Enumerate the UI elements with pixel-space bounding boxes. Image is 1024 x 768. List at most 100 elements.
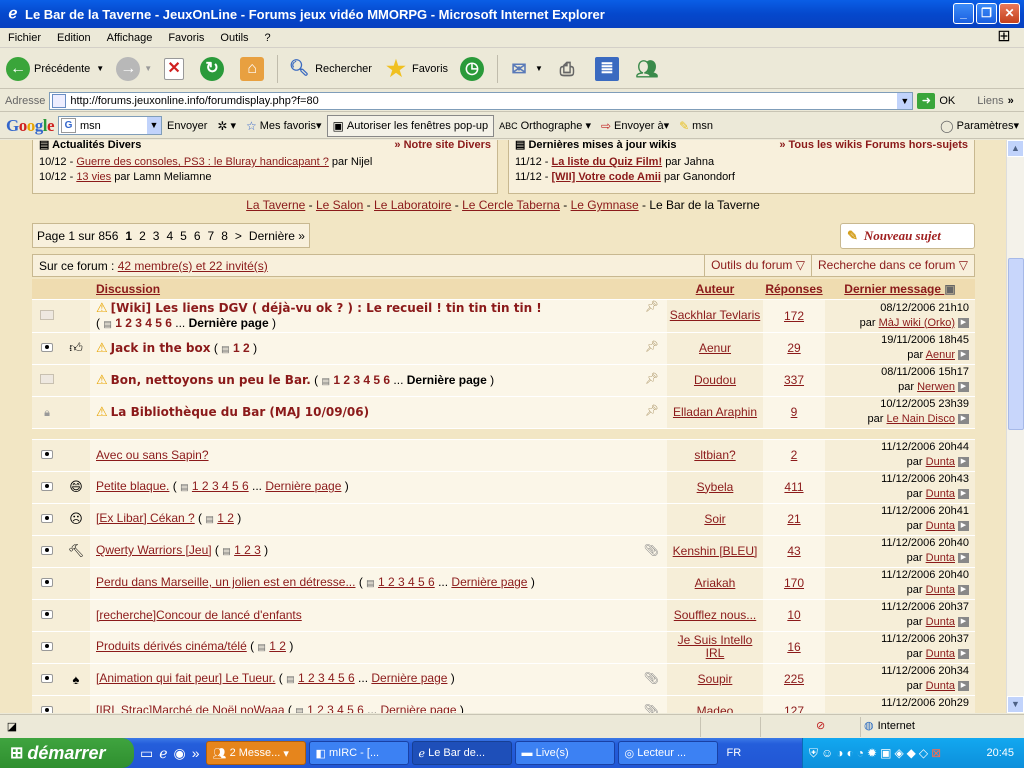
topic-title-link[interactable]: Produits dérivés cinéma/télé bbox=[96, 639, 247, 653]
google-send-button[interactable]: Envoyer bbox=[162, 120, 212, 132]
topic-page-links[interactable]: 1 2 3 4 5 6 bbox=[192, 479, 249, 493]
forum-tools-menu[interactable]: Outils du forum ▽ bbox=[704, 255, 811, 276]
google-options-button[interactable]: ✲ ▾ bbox=[212, 119, 241, 133]
back-dropdown-icon[interactable]: ▼ bbox=[96, 64, 104, 73]
language-indicator[interactable]: FR bbox=[727, 747, 742, 759]
topic-title-link[interactable]: Perdu dans Marseille, un jolien est en d… bbox=[96, 575, 355, 589]
topic-page-links[interactable]: 1 2 bbox=[217, 511, 234, 525]
topic-title-link[interactable]: [Wiki] Les liens DGV ( déjà-vu ok ? ) : … bbox=[111, 301, 542, 315]
favorites-button[interactable]: ★ Favoris bbox=[378, 52, 454, 86]
go-to-last-icon[interactable]: ▶ bbox=[958, 382, 969, 393]
topic-title-link[interactable]: Bon, nettoyons un peu le Bar. bbox=[111, 373, 311, 387]
last-poster-link[interactable]: Dunta bbox=[926, 680, 955, 692]
replies-link[interactable]: 127 bbox=[784, 704, 804, 713]
last-page-link[interactable]: Dernière » bbox=[249, 229, 305, 243]
menu-help[interactable]: ? bbox=[257, 32, 279, 44]
topic-last-page-link[interactable]: Dernière page bbox=[265, 479, 341, 493]
go-to-last-icon[interactable]: ▶ bbox=[958, 457, 969, 468]
topic-title-link[interactable]: Jack in the box bbox=[111, 341, 211, 355]
topic-last-page-link[interactable]: Dernière page bbox=[371, 671, 447, 685]
menu-affichage[interactable]: Affichage bbox=[99, 32, 161, 44]
breadcrumb-cercle[interactable]: Le Cercle Taberna bbox=[462, 198, 560, 212]
tray-alert-icon[interactable]: ⊠ bbox=[931, 746, 941, 760]
replies-link[interactable]: 2 bbox=[791, 448, 798, 462]
news-link[interactable]: 13 vies bbox=[76, 171, 111, 183]
close-button[interactable]: ✕ bbox=[999, 3, 1020, 24]
msn-tray-icon[interactable]: ◑ bbox=[836, 746, 843, 760]
author-link[interactable]: Aenur bbox=[699, 341, 731, 355]
go-to-last-icon[interactable]: ▶ bbox=[958, 414, 969, 425]
minimize-button[interactable]: _ bbox=[953, 3, 974, 24]
go-to-last-icon[interactable]: ▶ bbox=[958, 521, 969, 532]
edit-button[interactable]: ≣ bbox=[589, 52, 629, 86]
links-button[interactable]: Liens bbox=[977, 95, 1003, 107]
go-to-last-icon[interactable]: ▶ bbox=[958, 553, 969, 564]
replies-link[interactable]: 10 bbox=[787, 608, 800, 622]
expand-icon[interactable]: » bbox=[192, 745, 200, 762]
topic-page-links[interactable]: 1 2 bbox=[269, 639, 286, 653]
author-link[interactable]: Elladan Araphin bbox=[673, 405, 757, 419]
last-poster-link[interactable]: Dunta bbox=[926, 616, 955, 628]
topic-page-links[interactable]: 1 2 bbox=[233, 341, 250, 355]
task-mirc[interactable]: ◧ mIRC - [... bbox=[308, 741, 409, 765]
breadcrumb-laboratoire[interactable]: Le Laboratoire bbox=[374, 198, 451, 212]
last-poster-link[interactable]: Dunta bbox=[926, 712, 955, 713]
refresh-button[interactable]: ↻ bbox=[194, 52, 234, 86]
media-icon[interactable]: ◉ bbox=[174, 745, 186, 762]
google-search-input[interactable]: G msn ▼ bbox=[58, 116, 163, 135]
topic-last-page-link[interactable]: Dernière page bbox=[189, 316, 269, 330]
topic-title-link[interactable]: Qwerty Warriors [Jeu] bbox=[96, 543, 212, 557]
topic-page-links[interactable]: 1 2 3 4 5 6 bbox=[307, 703, 364, 713]
new-topic-button[interactable]: ✎ Nouveau sujet bbox=[840, 223, 975, 249]
links-chevron-icon[interactable]: » bbox=[1008, 95, 1014, 107]
breadcrumb-taverne[interactable]: La Taverne bbox=[246, 198, 305, 212]
replies-link[interactable]: 16 bbox=[787, 640, 800, 654]
page-link[interactable]: 8 bbox=[221, 229, 228, 243]
scroll-up-icon[interactable]: ▲ bbox=[1007, 140, 1024, 157]
replies-link[interactable]: 411 bbox=[784, 480, 803, 494]
last-poster-link[interactable]: Nerwen bbox=[917, 381, 955, 393]
replies-link[interactable]: 9 bbox=[791, 405, 798, 419]
news-divers-more-link[interactable]: » Notre site Divers bbox=[394, 140, 491, 155]
online-members-link[interactable]: 42 membre(s) et 22 invité(s) bbox=[118, 259, 268, 273]
last-poster-link[interactable]: Dunta bbox=[926, 648, 955, 660]
topic-page-links[interactable]: 1 2 3 4 5 6 bbox=[333, 373, 390, 387]
forward-button[interactable]: → ▼ bbox=[110, 52, 158, 86]
topic-title-link[interactable]: [IRL Strac]Marché de Noël noWaaa bbox=[96, 703, 285, 713]
author-link[interactable]: Madeo bbox=[697, 704, 734, 713]
scroll-down-icon[interactable]: ▼ bbox=[1007, 696, 1024, 713]
topic-last-page-link[interactable]: Dernière page bbox=[380, 703, 456, 713]
go-to-last-icon[interactable]: ▶ bbox=[958, 585, 969, 596]
menu-edition[interactable]: Edition bbox=[49, 32, 99, 44]
sendto-button[interactable]: ⇨ Envoyer à ▾ bbox=[596, 119, 674, 133]
ie-quicklaunch-icon[interactable]: ℯ bbox=[159, 745, 167, 762]
last-poster-link[interactable]: Le Nain Disco bbox=[887, 413, 955, 425]
spellcheck-button[interactable]: ABC Orthographe ▾ bbox=[494, 119, 596, 133]
last-poster-link[interactable]: Dunta bbox=[926, 520, 955, 532]
history-button[interactable]: ◷ bbox=[454, 52, 494, 86]
next-page-link[interactable]: > bbox=[235, 229, 242, 243]
go-to-last-icon[interactable]: ▶ bbox=[958, 317, 969, 328]
author-link[interactable]: Doudou bbox=[694, 373, 736, 387]
author-link[interactable]: Je Suis Intello IRL bbox=[678, 633, 753, 660]
page-link[interactable]: 5 bbox=[180, 229, 187, 243]
go-button[interactable]: ➜ OK bbox=[917, 92, 955, 109]
popup-blocker-button[interactable]: ▣ Autoriser les fenêtres pop-up bbox=[326, 114, 495, 137]
go-to-last-icon[interactable]: ▶ bbox=[958, 617, 969, 628]
page-link[interactable]: 7 bbox=[208, 229, 215, 243]
task-messenger[interactable]: 👥︎ 2 Messe... ▾ bbox=[205, 741, 306, 765]
news-link[interactable]: Guerre des consoles, PS3 : le Bluray han… bbox=[76, 156, 329, 168]
volume-icon[interactable]: ◔ bbox=[857, 746, 864, 760]
home-button[interactable]: ⌂ bbox=[234, 52, 274, 86]
google-favorites-button[interactable]: ☆ Mes favoris ▾ bbox=[241, 119, 327, 133]
topic-page-links[interactable]: 1 2 3 bbox=[234, 543, 261, 557]
author-link[interactable]: sltbian? bbox=[694, 448, 735, 462]
topic-title-link[interactable]: [recherche]Concour de lancé d'enfants bbox=[96, 608, 302, 622]
highlight-button[interactable]: ✎ msn bbox=[674, 119, 718, 133]
topic-title-link[interactable]: Avec ou sans Sapin? bbox=[96, 448, 209, 462]
mail-button[interactable]: ✉ ▼ bbox=[501, 52, 549, 86]
go-to-last-icon[interactable]: ▶ bbox=[958, 489, 969, 500]
user-icon[interactable]: ☺ bbox=[821, 746, 833, 760]
replies-link[interactable]: 172 bbox=[784, 309, 804, 323]
topic-last-page-link[interactable]: Dernière page bbox=[451, 575, 527, 589]
